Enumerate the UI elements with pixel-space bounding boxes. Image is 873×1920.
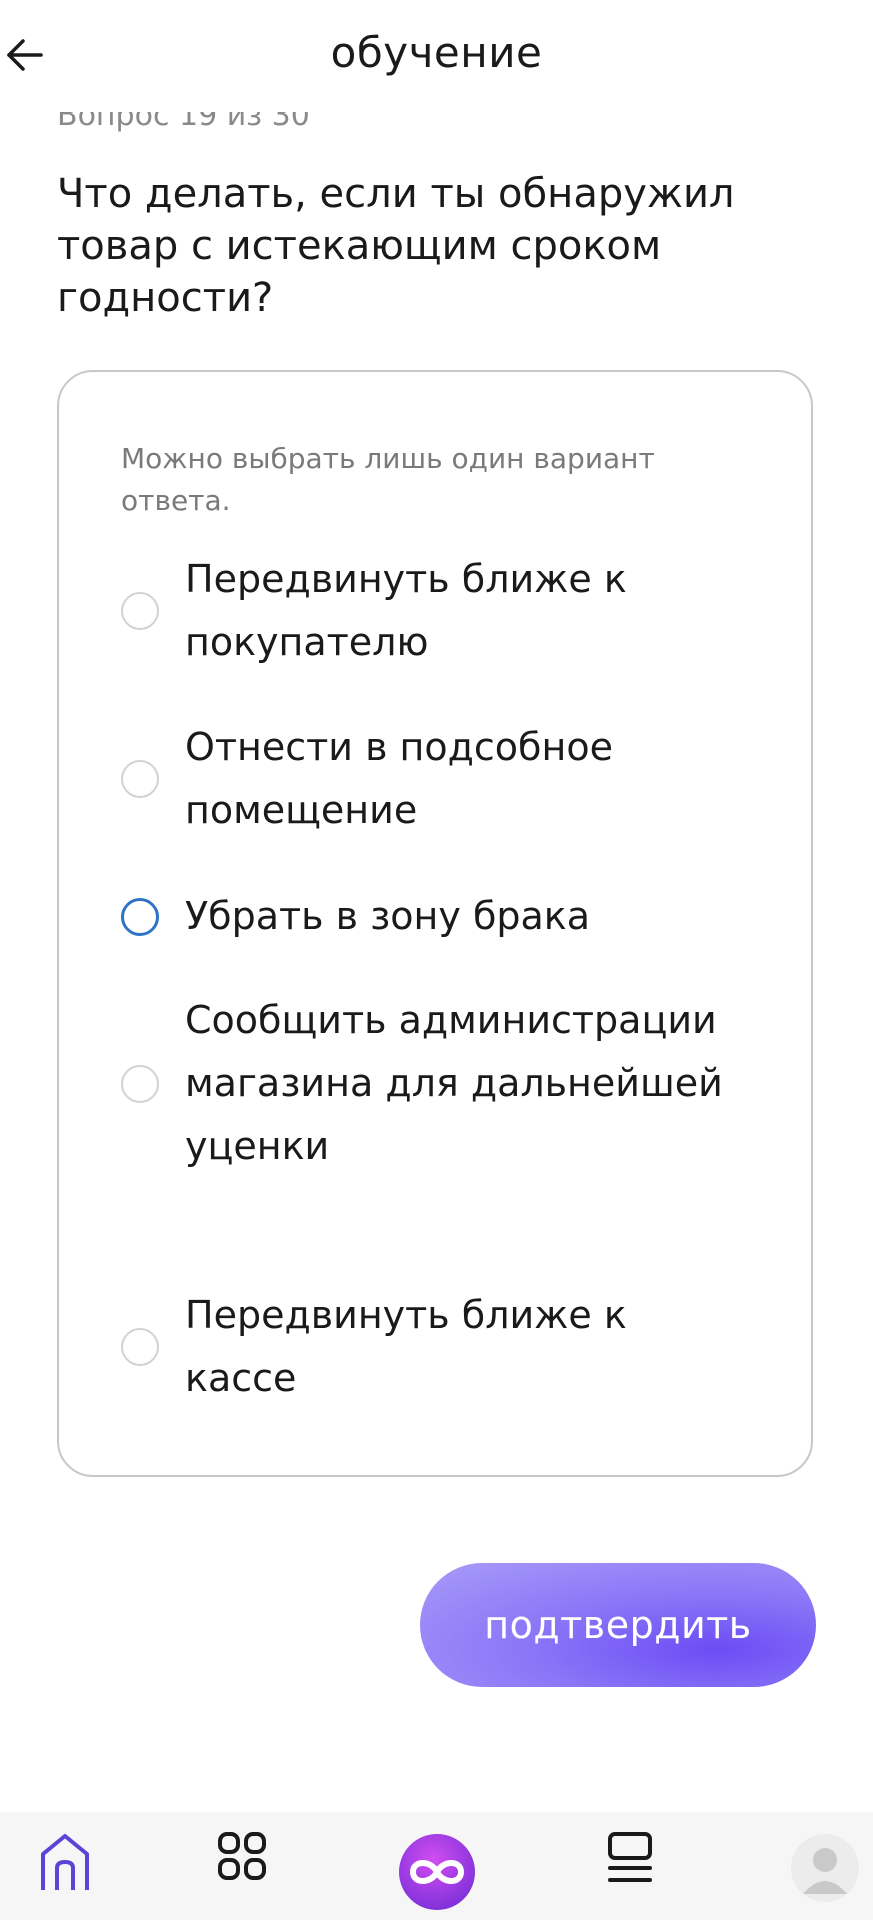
option-1[interactable]: Передвинуть ближе к покупателю	[121, 548, 761, 674]
list-icon	[608, 1832, 652, 1882]
option-label: Сообщить администрации магазина для даль…	[185, 998, 723, 1168]
radio-button-focused[interactable]	[121, 897, 159, 936]
nav-main-logo[interactable]	[392, 1830, 482, 1920]
apps-grid-icon	[218, 1832, 266, 1880]
bottom-navigation	[0, 1812, 873, 1920]
option-2[interactable]: Отнести в подсобное помещение	[121, 716, 761, 842]
nav-home[interactable]	[20, 1830, 110, 1920]
quiz-screen: обучение Вопрос 19 из 30 Что делать, есл…	[0, 0, 873, 1920]
nav-profile[interactable]	[780, 1830, 870, 1920]
option-label: Убрать в зону брака	[185, 894, 591, 938]
confirm-button[interactable]: подтвердить	[420, 1563, 816, 1687]
page-title: обучение	[330, 28, 543, 77]
header: обучение	[0, 0, 873, 112]
nav-list[interactable]	[585, 1830, 675, 1920]
radio-button[interactable]	[121, 592, 159, 630]
infinity-logo-icon	[399, 1834, 475, 1910]
question-text: Что делать, если ты обнаружил товар с ис…	[57, 171, 735, 321]
option-5[interactable]: Передвинуть ближе к кассе	[121, 1284, 761, 1410]
radio-button[interactable]	[121, 1064, 159, 1103]
option-label: Передвинуть ближе к покупателю	[185, 557, 627, 664]
option-3[interactable]: Убрать в зону брака	[121, 885, 761, 948]
options-card: Можно выбрать лишь один вариант ответа. …	[57, 370, 813, 1477]
option-label: Передвинуть ближе к кассе	[185, 1293, 627, 1400]
radio-button[interactable]	[121, 1328, 159, 1366]
option-4[interactable]: Сообщить администрации магазина для даль…	[121, 989, 761, 1178]
selection-hint: Можно выбрать лишь один вариант ответа.	[121, 442, 655, 517]
nav-catalog[interactable]	[197, 1830, 287, 1920]
radio-button[interactable]	[121, 760, 159, 798]
option-label: Отнести в подсобное помещение	[185, 725, 613, 832]
home-icon	[41, 1834, 89, 1890]
profile-avatar-icon	[791, 1834, 859, 1902]
